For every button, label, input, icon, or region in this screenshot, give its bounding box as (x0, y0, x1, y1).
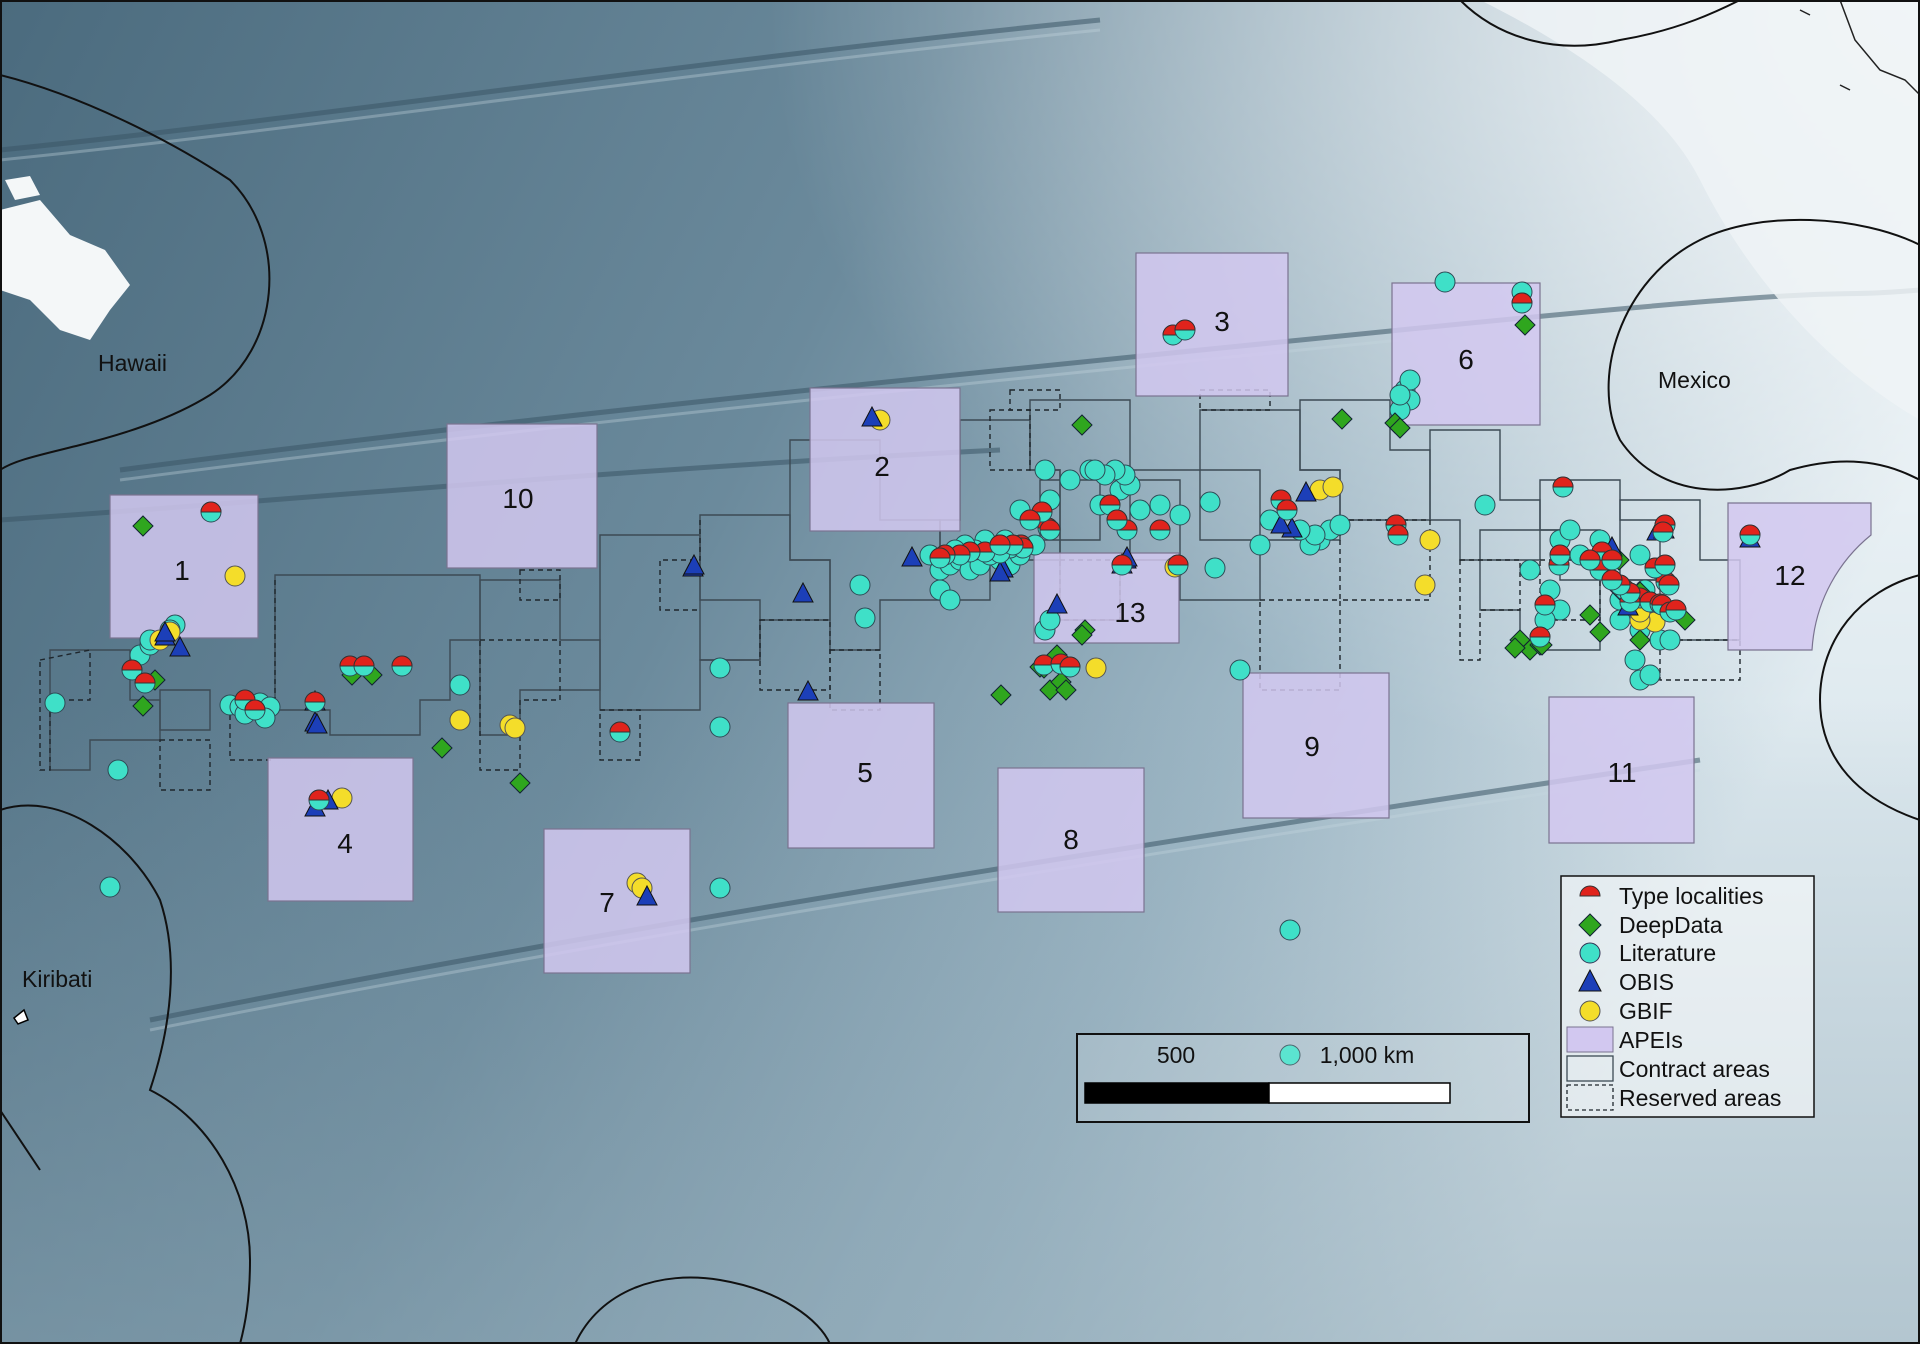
literature-record (709, 877, 731, 899)
svg-text:DeepData: DeepData (1619, 912, 1723, 938)
ccz-map: 1 2 3 4 5 6 7 8 9 10 11 12 13 Hawaii Mex… (0, 0, 1920, 1345)
literature-record (1249, 534, 1271, 556)
label-hawaii: Hawaii (98, 350, 167, 376)
legend-item-apeis: APEIs (1566, 1026, 1683, 1053)
literature-record (1389, 384, 1411, 406)
svg-text:5: 5 (857, 757, 873, 788)
scale-label-1000: 1,000 km (1320, 1042, 1415, 1068)
literature-record (1059, 469, 1081, 491)
literature-record (1129, 499, 1151, 521)
gbif-symbol (1579, 1000, 1601, 1022)
svg-text:4: 4 (337, 828, 353, 859)
gbif-record (449, 709, 471, 731)
svg-text:9: 9 (1304, 731, 1320, 762)
apei-7: 7 (543, 828, 691, 974)
literature-record (1149, 494, 1171, 516)
svg-text:GBIF: GBIF (1619, 998, 1673, 1024)
apei-10: 10 (446, 423, 598, 569)
svg-text:OBIS: OBIS (1619, 969, 1674, 995)
apei-3: 3 (1135, 252, 1289, 397)
label-mexico: Mexico (1658, 367, 1731, 393)
apei-8: 8 (997, 767, 1145, 913)
svg-text:8: 8 (1063, 824, 1079, 855)
literature-record (1474, 494, 1496, 516)
literature-record (1229, 659, 1251, 681)
svg-text:1: 1 (174, 555, 190, 586)
svg-text:12: 12 (1774, 560, 1805, 591)
literature-record (449, 674, 471, 696)
scale-label-500: 500 (1157, 1042, 1195, 1068)
label-kiribati: Kiribati (22, 966, 92, 992)
literature-record (1659, 629, 1681, 651)
svg-text:11: 11 (1607, 757, 1636, 788)
scale-bar-black-segment (1084, 1082, 1270, 1104)
literature-record (1034, 459, 1056, 481)
literature-record (849, 574, 871, 596)
scale-bar: 500 1,000 km (1076, 1033, 1530, 1123)
literature-record (854, 607, 876, 629)
legend-item-gbif: GBIF (1579, 998, 1673, 1024)
literature-record (1434, 271, 1456, 293)
literature-record (939, 589, 961, 611)
gbif-record (1085, 657, 1107, 679)
literature-record (1084, 459, 1106, 481)
literature-record (99, 876, 121, 898)
literature-record (1559, 519, 1581, 541)
apei-2: 2 (809, 387, 961, 532)
gbif-record (1419, 529, 1441, 551)
literature-record (1639, 664, 1661, 686)
gbif-record (1322, 476, 1344, 498)
literature-record (1204, 557, 1226, 579)
svg-text:6: 6 (1458, 344, 1474, 375)
gbif-record (504, 717, 526, 739)
svg-text:Reserved areas: Reserved areas (1619, 1085, 1781, 1111)
literature-record (1519, 559, 1541, 581)
literature-record (107, 759, 129, 781)
gbif-record (1414, 574, 1436, 596)
scale-bar-white-segment (1268, 1082, 1451, 1104)
apei-11: 11 (1548, 696, 1695, 844)
literature-record (44, 692, 66, 714)
legend: Type localities DeepData Literature OBIS… (1560, 875, 1815, 1118)
svg-text:10: 10 (502, 483, 533, 514)
svg-text:Literature: Literature (1619, 940, 1716, 966)
apei-5: 5 (787, 702, 935, 849)
apei-4: 4 (267, 757, 414, 902)
literature-record (1279, 919, 1301, 941)
svg-text:13: 13 (1114, 597, 1145, 628)
literature-record (709, 716, 731, 738)
svg-text:2: 2 (874, 451, 890, 482)
map-canvas: 1 2 3 4 5 6 7 8 9 10 11 12 13 Hawaii Mex… (0, 0, 1920, 1345)
literature-record (709, 657, 731, 679)
literature-record (1329, 514, 1351, 536)
literature-symbol (1579, 942, 1601, 964)
apei-9: 9 (1242, 672, 1390, 819)
svg-text:APEIs: APEIs (1619, 1027, 1683, 1053)
gbif-record (224, 565, 246, 587)
svg-text:Type localities: Type localities (1619, 883, 1763, 909)
literature-record (1624, 649, 1646, 671)
svg-text:Contract areas: Contract areas (1619, 1056, 1770, 1082)
svg-text:7: 7 (599, 887, 615, 918)
literature-record (1199, 491, 1221, 513)
apei-symbol (1566, 1026, 1614, 1053)
svg-text:3: 3 (1214, 306, 1230, 337)
literature-record (1169, 504, 1191, 526)
